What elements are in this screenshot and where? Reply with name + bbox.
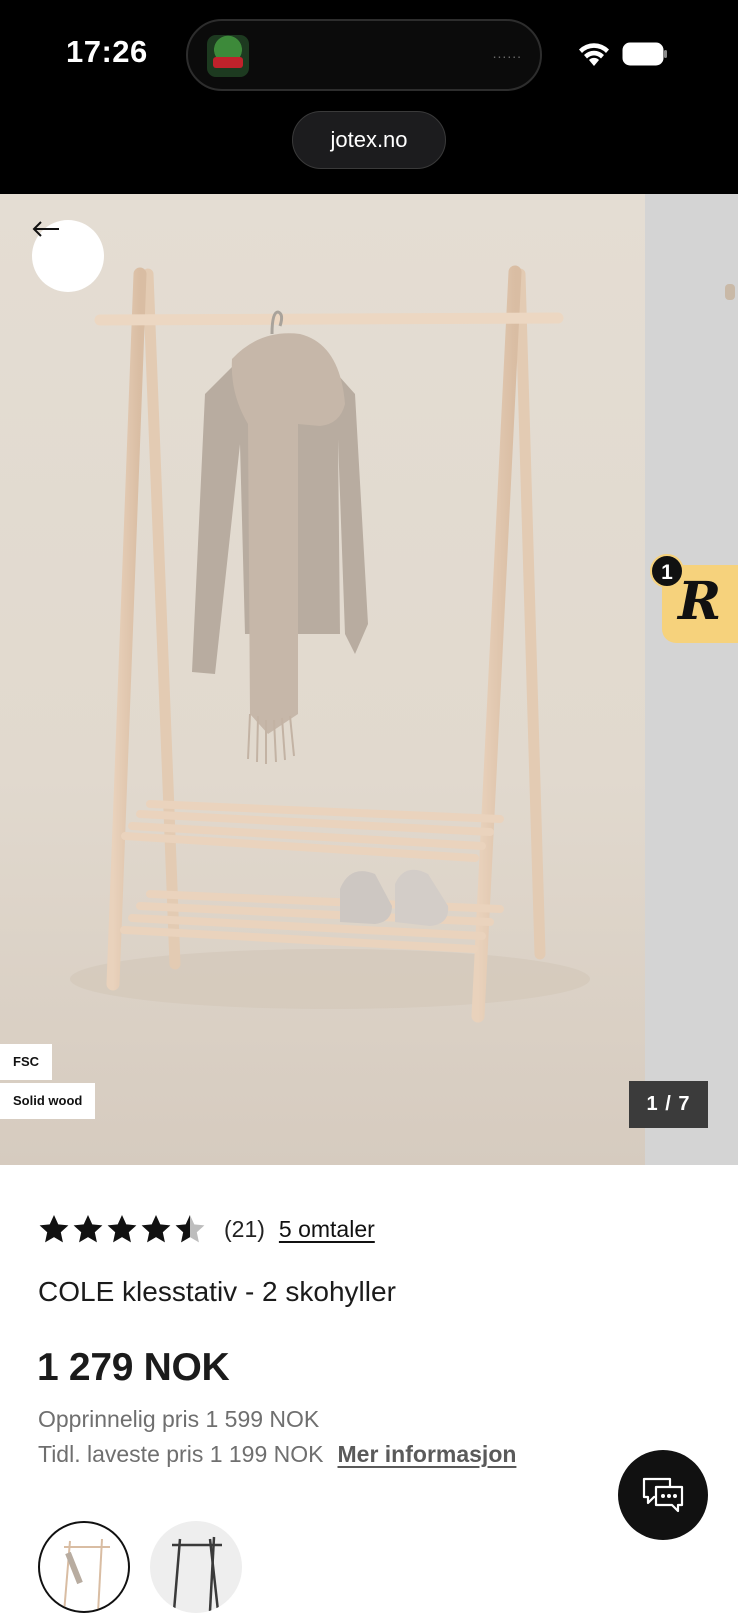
island-dots: ...... [492,45,522,61]
original-price: Opprinnelig pris 1 599 NOK [38,1406,320,1432]
rating-count: (21) [224,1215,265,1242]
reviews-link[interactable]: 5 omtaler [279,1216,375,1243]
previous-price-row: Tidl. laveste pris 1 199 NOK Mer informas… [38,1441,516,1468]
color-swatch-black[interactable] [150,1521,242,1613]
clothes-rack-illustration [70,265,590,1023]
arrow-left-icon [32,221,59,237]
more-info-link[interactable]: Mer informasjon [338,1441,517,1467]
rating-row: (21) 5 omtaler [38,1207,375,1251]
review-widget-count-badge: 1 [650,554,684,588]
url-bar[interactable]: jotex.no [292,111,446,169]
star-full-icon [107,1215,137,1243]
back-button[interactable] [32,220,104,292]
star-full-icon [73,1215,103,1243]
product-image[interactable]: FSC Solid wood [0,194,645,1165]
star-full-icon [141,1215,171,1243]
black-rack-thumbnail [172,1536,222,1612]
wifi-icon [579,43,609,66]
star-half-icon [175,1215,205,1243]
product-title: COLE klesstativ - 2 skohyller [38,1276,396,1307]
clock: 17:26 [66,34,148,69]
dynamic-island: ...... [186,19,542,91]
solid-wood-badge: Solid wood [0,1083,96,1119]
review-widget-logo: R [678,571,722,632]
rating-stars [38,1213,206,1245]
image-counter: 1 / 7 [629,1081,708,1128]
color-swatch-natural[interactable] [38,1521,130,1613]
app-thumbnail-icon [207,35,249,77]
previous-lowest-price: Tidl. laveste pris 1 199 NOK [38,1441,324,1467]
product-price: 1 279 NOK [37,1346,230,1389]
battery-icon [622,42,667,66]
chat-button[interactable] [618,1450,708,1540]
chat-icon [642,1477,684,1513]
fsc-badge: FSC [0,1044,52,1080]
status-bar: 17:26 ...... jotex.no [0,0,738,194]
next-image-peek[interactable] [725,284,735,300]
star-full-icon [39,1215,69,1243]
product-gallery[interactable]: FSC Solid wood 1 / 7 [0,194,738,1165]
